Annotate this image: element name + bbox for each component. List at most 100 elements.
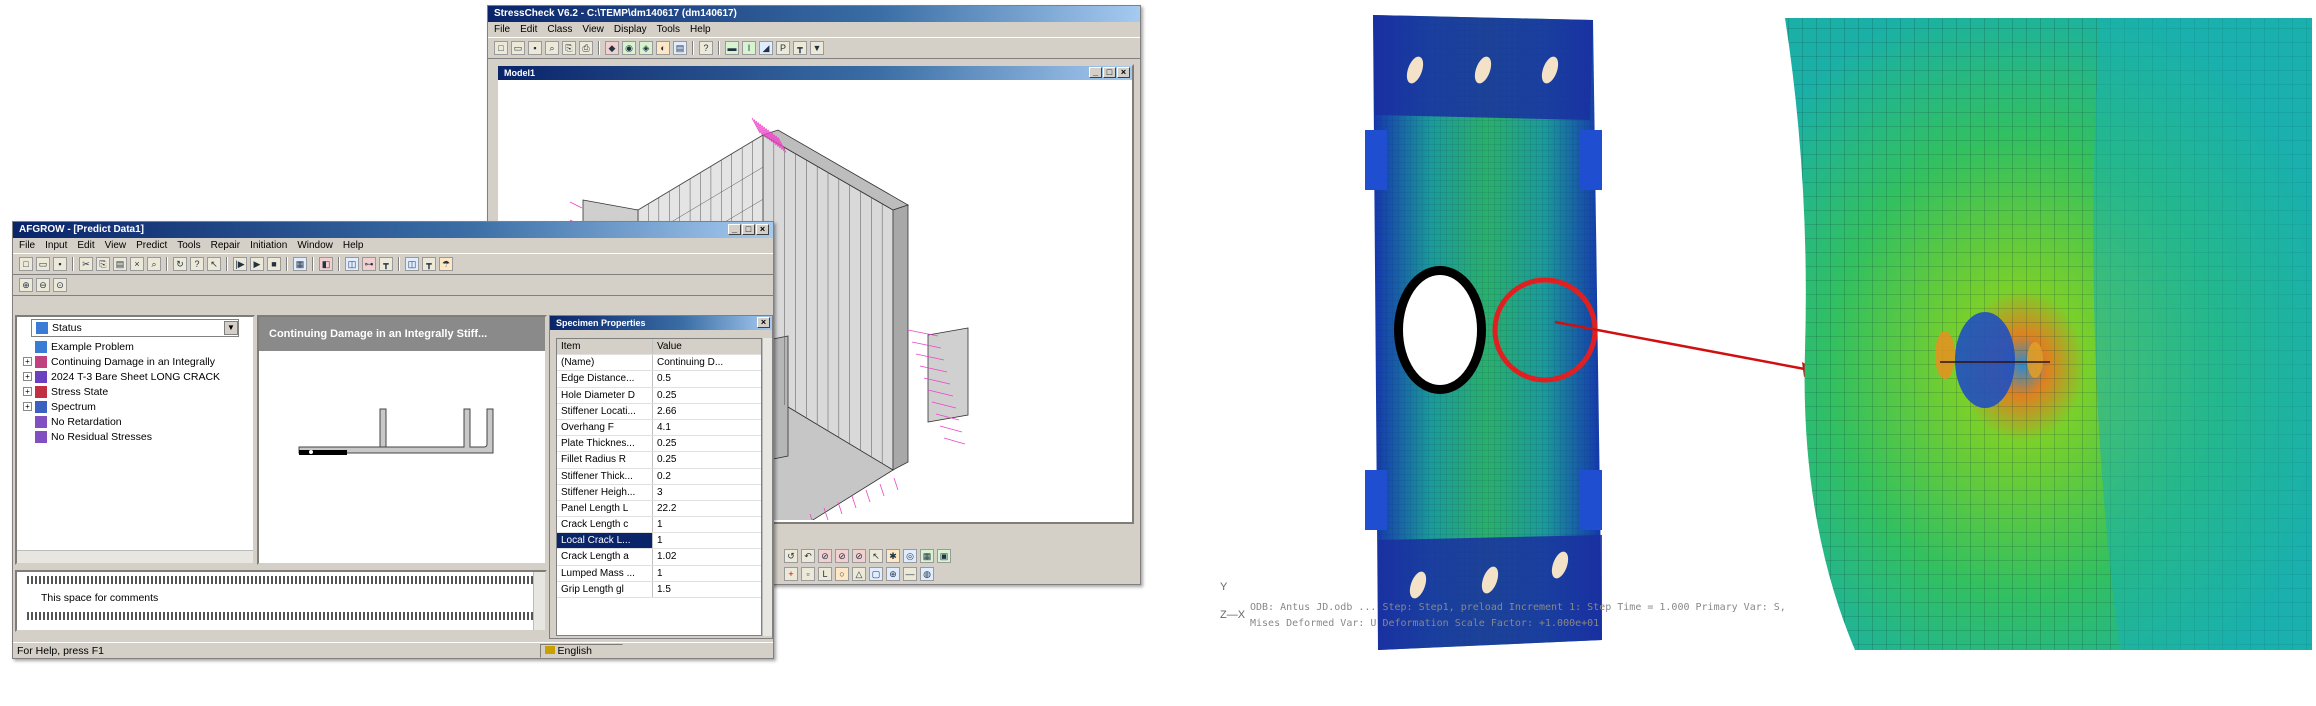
save-icon[interactable]: ▪	[528, 41, 542, 55]
chart-icon[interactable]: ▦	[293, 257, 307, 271]
tree-item[interactable]: + Stress State	[23, 384, 253, 399]
tool-icon[interactable]: ┳	[422, 257, 436, 271]
new-file-icon[interactable]: □	[19, 257, 33, 271]
property-value[interactable]: 0.2	[653, 469, 761, 484]
maximize-button[interactable]: □	[1103, 67, 1116, 78]
chevron-down-icon[interactable]: ▼	[224, 321, 238, 335]
context-help-icon[interactable]: ↖	[207, 257, 221, 271]
shape-icon[interactable]: ◢	[759, 41, 773, 55]
copy-icon[interactable]: ⎘	[96, 257, 110, 271]
spectrum-icon[interactable]: ◧	[319, 257, 333, 271]
plot-icon[interactable]: ◫	[345, 257, 359, 271]
property-value[interactable]: 1	[653, 517, 761, 532]
screen-icon[interactable]: ▣	[937, 549, 951, 563]
maximize-button[interactable]: □	[742, 224, 755, 235]
property-value[interactable]: 0.25	[653, 388, 761, 403]
menu-item-help[interactable]: Help	[690, 24, 711, 35]
graph-icon[interactable]: ◫	[405, 257, 419, 271]
expand-icon[interactable]: +	[23, 387, 32, 396]
parameter-icon[interactable]: P	[776, 41, 790, 55]
paste-icon[interactable]: ▤	[113, 257, 127, 271]
menu-item-file[interactable]: File	[19, 240, 35, 251]
results-icon[interactable]: ◈	[639, 41, 653, 55]
menu-item-window[interactable]: Window	[297, 240, 333, 251]
open-folder-icon[interactable]: ▭	[36, 257, 50, 271]
property-row[interactable]: Plate Thicknes... 0.25	[557, 436, 761, 453]
box-icon[interactable]: ▢	[869, 567, 883, 581]
zoom-icon[interactable]: ⌕	[545, 41, 559, 55]
circle-icon[interactable]: ○	[835, 567, 849, 581]
cut-icon[interactable]: ✂	[79, 257, 93, 271]
select-icon[interactable]: ↖	[869, 549, 883, 563]
property-value[interactable]: Continuing D...	[653, 355, 761, 370]
menu-item-edit[interactable]: Edit	[520, 24, 537, 35]
properties-scrollbar[interactable]	[762, 338, 772, 636]
undo-icon[interactable]: ↶	[801, 549, 815, 563]
property-value[interactable]: 1	[653, 566, 761, 581]
property-row[interactable]: Panel Length L 22.2	[557, 500, 761, 518]
help-icon[interactable]: ?	[699, 41, 713, 55]
property-value[interactable]: 1.02	[653, 549, 761, 564]
flip-icon[interactable]: ↺	[784, 549, 798, 563]
tree-horizontal-scrollbar[interactable]	[17, 550, 253, 563]
property-row[interactable]: Crack Length c1	[557, 517, 761, 534]
expand-icon[interactable]: +	[23, 402, 32, 411]
step-icon[interactable]: |▶	[233, 257, 247, 271]
mesh-icon[interactable]: ◆	[605, 41, 619, 55]
close-button[interactable]: ×	[1117, 67, 1130, 78]
pipe-icon[interactable]: ┳	[793, 41, 807, 55]
new-file-icon[interactable]: □	[494, 41, 508, 55]
beam-icon[interactable]: ▬	[725, 41, 739, 55]
ring-icon[interactable]: ◍	[920, 567, 934, 581]
property-value[interactable]: 2.66	[653, 404, 761, 419]
zoom-out-icon[interactable]: ⊖	[36, 278, 50, 292]
property-value[interactable]: 1.5	[653, 582, 761, 597]
crack-icon[interactable]: ⊶	[362, 257, 376, 271]
property-value[interactable]: 4.1	[653, 420, 761, 435]
tree-item[interactable]: +2024 T-3 Bare Sheet LONG CRACK	[23, 369, 253, 384]
stop-icon[interactable]: ■	[267, 257, 281, 271]
property-row[interactable]: Edge Distance... 0.5	[557, 371, 761, 388]
property-row[interactable]: Stiffener Locati... 2.66	[557, 403, 761, 420]
property-row[interactable]: Overhang F 4.1	[557, 419, 761, 437]
tree-item[interactable]: No Retardation	[23, 414, 253, 429]
find-icon[interactable]: ⌕	[147, 257, 161, 271]
stop-icon[interactable]: ⊘	[835, 549, 849, 563]
stiffener-icon[interactable]: ┳	[379, 257, 393, 271]
play-icon[interactable]: ▶	[250, 257, 264, 271]
help-icon[interactable]: ?	[190, 257, 204, 271]
menu-item-tools[interactable]: Tools	[177, 240, 200, 251]
property-value[interactable]: 3	[653, 485, 761, 500]
delete-icon[interactable]: ⊘	[818, 549, 832, 563]
corner-icon[interactable]: L	[818, 567, 832, 581]
plot-icon[interactable]: ◐	[656, 41, 670, 55]
report-icon[interactable]: ▤	[673, 41, 687, 55]
close-button[interactable]: ×	[756, 224, 769, 235]
property-value[interactable]: 22.2	[653, 501, 761, 516]
property-value[interactable]: 1	[653, 533, 761, 548]
property-row[interactable]: Lumped Mass ... 1	[557, 565, 761, 582]
property-row[interactable]: Grip Length gl 1.5	[557, 581, 761, 598]
delete-icon[interactable]: ×	[130, 257, 144, 271]
view-icon[interactable]: ◎	[903, 549, 917, 563]
menu-item-initiation[interactable]: Initiation	[250, 240, 287, 251]
expand-icon[interactable]: +	[23, 357, 32, 366]
menu-item-display[interactable]: Display	[614, 24, 647, 35]
comments-scrollbar[interactable]	[533, 572, 545, 630]
menu-item-repair[interactable]: Repair	[211, 240, 240, 251]
refresh-icon[interactable]: ↻	[173, 257, 187, 271]
expand-icon[interactable]: +	[23, 372, 32, 381]
comments-text[interactable]: This space for comments	[17, 588, 545, 608]
plus-icon[interactable]: +	[784, 567, 798, 581]
minimize-button[interactable]: _	[728, 224, 741, 235]
line-icon[interactable]: —	[903, 567, 917, 581]
solve-icon[interactable]: ◉	[622, 41, 636, 55]
tree-item[interactable]: Example Problem	[23, 339, 253, 354]
zoom-fit-icon[interactable]: ⊙	[53, 278, 67, 292]
minimize-button[interactable]: _	[1089, 67, 1102, 78]
print-icon[interactable]: ⎙	[579, 41, 593, 55]
menu-item-predict[interactable]: Predict	[136, 240, 167, 251]
menu-item-help[interactable]: Help	[343, 240, 364, 251]
menu-item-view[interactable]: View	[105, 240, 127, 251]
zoom-in-icon[interactable]: ⊕	[19, 278, 33, 292]
